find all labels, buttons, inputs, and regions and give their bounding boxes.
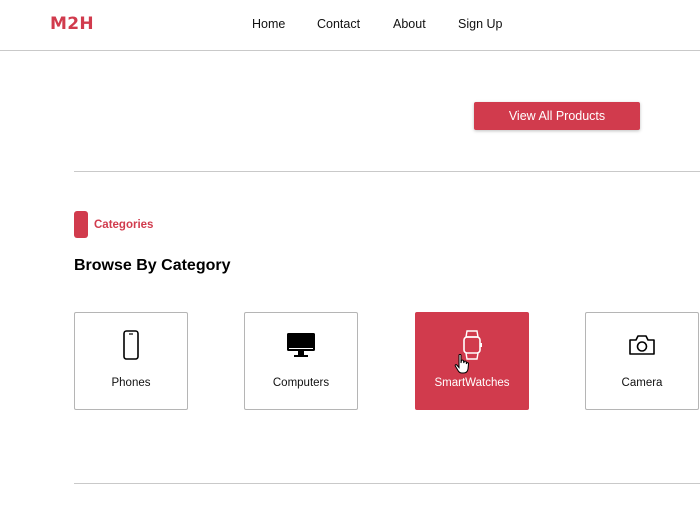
camera-icon (586, 329, 698, 361)
phone-icon (75, 329, 187, 361)
section-divider (74, 171, 700, 172)
section-title: Browse By Category (74, 257, 231, 274)
page: M2H Home Contact About Sign Up View All … (0, 0, 700, 525)
category-label: SmartWatches (434, 377, 510, 389)
nav-signup-link[interactable]: Sign Up (458, 17, 502, 31)
section-divider (74, 483, 700, 484)
main-nav: Home Contact About Sign Up (0, 17, 700, 35)
smartwatch-icon (416, 329, 528, 361)
monitor-icon (245, 329, 357, 361)
category-label: Phones (111, 377, 151, 389)
view-all-products-button[interactable]: View All Products (474, 102, 640, 130)
category-card-computers[interactable]: Computers (244, 312, 358, 410)
category-label: Camera (621, 377, 663, 389)
categories-tag-marker (74, 211, 88, 238)
nav-about-link[interactable]: About (393, 17, 426, 31)
category-card-camera[interactable]: Camera (585, 312, 699, 410)
categories-tag-label: Categories (94, 219, 154, 231)
hand-cursor-icon (454, 354, 469, 374)
header: M2H Home Contact About Sign Up (0, 0, 700, 51)
nav-contact-link[interactable]: Contact (317, 17, 360, 31)
category-label: Computers (272, 377, 330, 389)
category-card-phones[interactable]: Phones (74, 312, 188, 410)
category-card-smartwatches[interactable]: SmartWatches (415, 312, 529, 410)
nav-home-link[interactable]: Home (252, 17, 285, 31)
